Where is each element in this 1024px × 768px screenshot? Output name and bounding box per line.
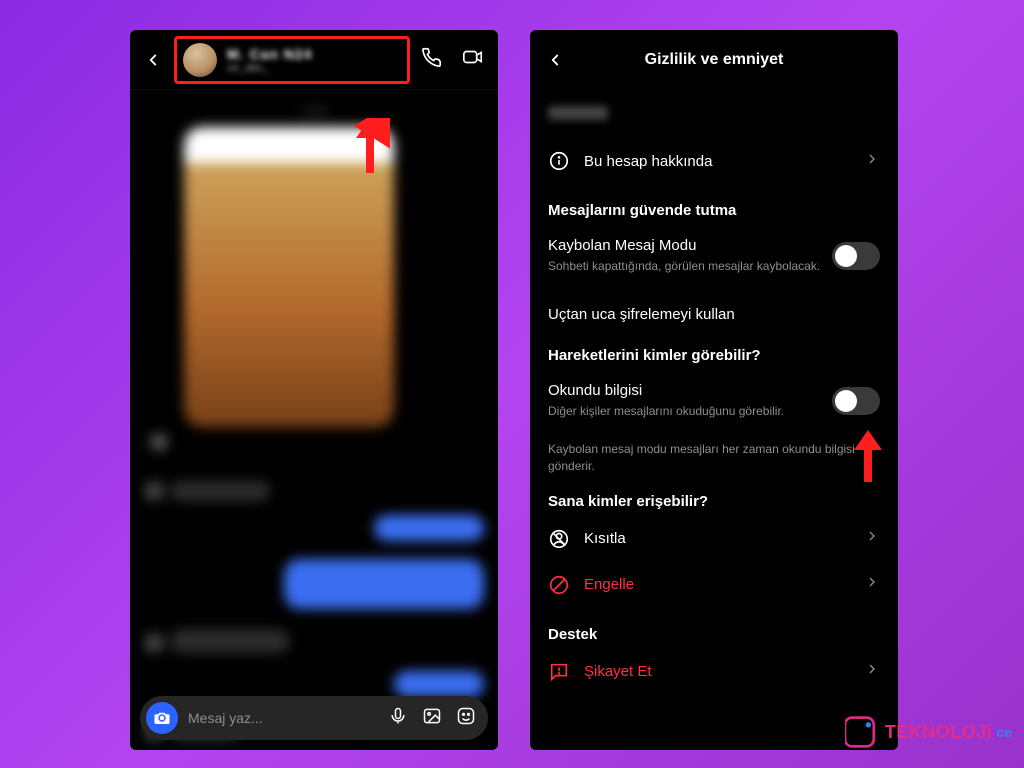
watermark-text: TEKNOLOJi — [885, 722, 993, 743]
username-blurred — [548, 106, 608, 120]
restrict-label: Kısıtla — [584, 530, 626, 547]
section-activity: Hareketlerini kimler görebilir? — [548, 347, 880, 364]
message-bubble — [394, 671, 484, 697]
chevron-right-icon — [864, 528, 880, 549]
chat-body-blurred: 12:35 — [130, 90, 498, 696]
e2e-label: Uçtan uca şifrelemeyi kullan — [548, 306, 735, 323]
report-icon — [548, 661, 570, 683]
sticker-icon[interactable] — [456, 706, 476, 731]
sender-avatar — [144, 481, 164, 501]
contact-subtitle: un_abc_ — [227, 62, 312, 74]
settings-header: Gizlilik ve emniyet — [530, 30, 898, 90]
chevron-right-icon — [864, 574, 880, 595]
mic-icon[interactable] — [388, 706, 408, 731]
contact-header-highlight[interactable]: M. Can N24 un_abc_ — [174, 36, 410, 84]
back-button[interactable] — [142, 49, 164, 71]
about-account-row[interactable]: Bu hesap hakkında — [548, 138, 880, 184]
page-title: Gizlilik ve emniyet — [530, 51, 898, 69]
read-receipts-note: Kaybolan mesaj modu mesajları her zaman … — [548, 441, 880, 475]
message-bubble — [284, 559, 484, 609]
vanish-mode-row[interactable]: Kaybolan Mesaj Modu Sohbeti kapattığında… — [548, 225, 880, 286]
vanish-mode-label: Kaybolan Mesaj Modu — [548, 237, 820, 254]
composer — [140, 696, 488, 740]
message-bubble — [170, 481, 270, 501]
chevron-right-icon — [864, 661, 880, 682]
gallery-icon[interactable] — [422, 706, 442, 731]
read-receipts-toggle[interactable] — [832, 387, 880, 415]
chat-screen: M. Can N24 un_abc_ 12:35 — [130, 30, 498, 750]
block-label: Engelle — [584, 576, 634, 593]
timestamp: 12:35 — [144, 106, 484, 117]
info-icon — [548, 150, 570, 172]
message-bubble — [374, 515, 484, 541]
read-receipts-sub: Diğer kişiler mesajlarını okuduğunu göre… — [548, 403, 784, 419]
report-label: Şikayet Et — [584, 663, 652, 680]
avatar — [183, 43, 217, 77]
restrict-row[interactable]: Kısıtla — [548, 516, 880, 562]
block-icon — [548, 574, 570, 596]
section-support: Destek — [548, 626, 880, 643]
restrict-icon — [548, 528, 570, 550]
reaction-avatar — [150, 433, 168, 451]
read-receipts-row[interactable]: Okundu bilgisi Diğer kişiler mesajlarını… — [548, 370, 880, 431]
section-keep-safe: Mesajlarını güvende tutma — [548, 202, 880, 219]
contact-name: M. Can N24 — [227, 46, 312, 62]
report-row[interactable]: Şikayet Et — [548, 649, 880, 695]
image-message — [184, 127, 394, 427]
read-receipts-label: Okundu bilgisi — [548, 382, 784, 399]
message-input[interactable] — [188, 710, 378, 726]
message-bubble — [170, 629, 290, 653]
chat-header: M. Can N24 un_abc_ — [130, 30, 498, 90]
video-call-icon[interactable] — [460, 46, 486, 73]
watermark-suffix: ce — [996, 724, 1012, 740]
vanish-mode-sub: Sohbeti kapattığında, görülen mesajlar k… — [548, 258, 820, 274]
chevron-right-icon — [864, 151, 880, 172]
block-row[interactable]: Engelle — [548, 562, 880, 608]
camera-button[interactable] — [146, 702, 178, 734]
watermark-icon — [845, 714, 881, 750]
section-reach: Sana kimler erişebilir? — [548, 493, 880, 510]
sender-avatar — [144, 633, 164, 653]
vanish-toggle[interactable] — [832, 242, 880, 270]
watermark: TEKNOLOJi ce — [845, 714, 1012, 750]
call-icon[interactable] — [420, 46, 442, 73]
about-account-label: Bu hesap hakkında — [584, 153, 712, 170]
privacy-settings-screen: Gizlilik ve emniyet Bu hesap hakkında Me… — [530, 30, 898, 750]
e2e-row[interactable]: Uçtan uca şifrelemeyi kullan — [548, 296, 880, 329]
